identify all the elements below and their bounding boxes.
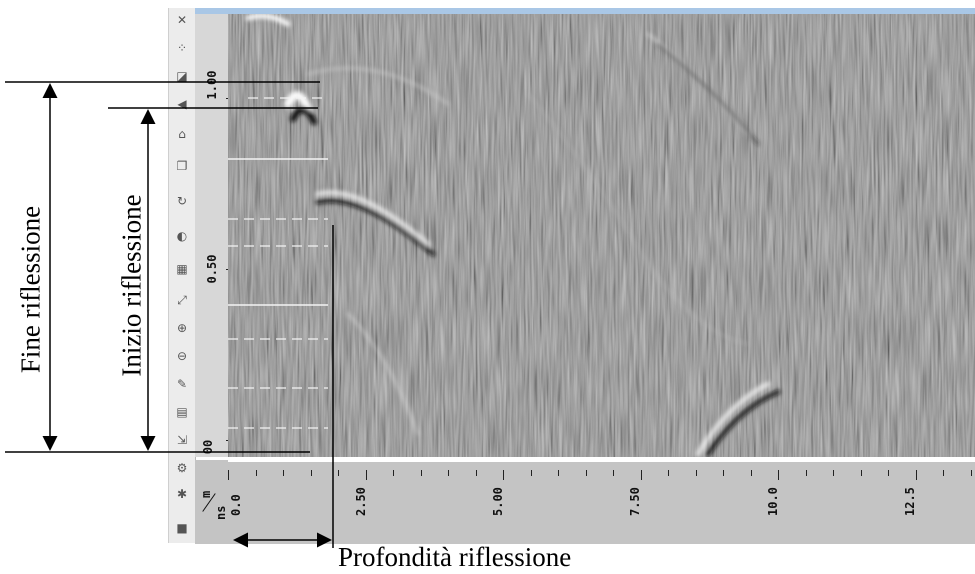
annotation-profondita-riflessione: Profondità riflessione <box>338 542 572 572</box>
annotation-inizio-riflessione: Inizio riflessione <box>116 194 147 377</box>
annotation-fine-riflessione: Fine riflessione <box>15 205 46 374</box>
